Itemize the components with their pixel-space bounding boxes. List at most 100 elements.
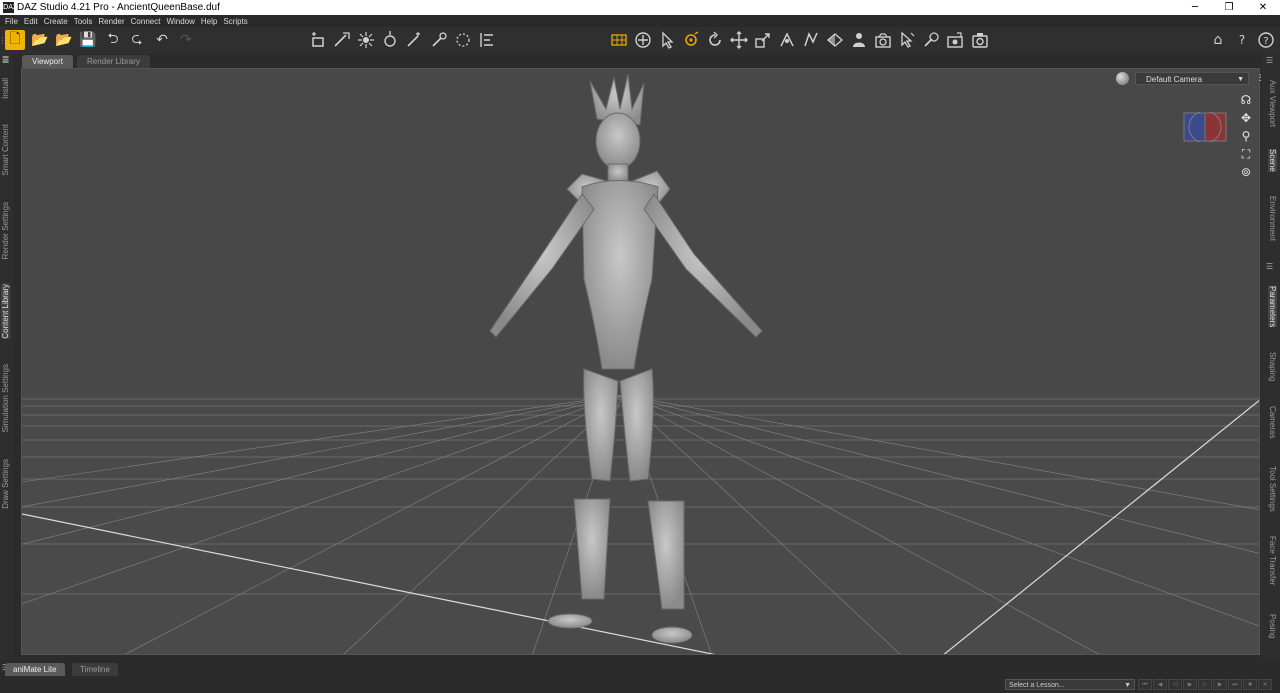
joint-editor-icon[interactable] bbox=[801, 30, 821, 50]
surface-selection-icon[interactable] bbox=[825, 30, 845, 50]
save-icon[interactable]: 💾 bbox=[78, 30, 98, 50]
tab-shaping[interactable]: Shaping bbox=[1268, 352, 1277, 381]
rotate-tool-icon[interactable] bbox=[705, 30, 725, 50]
lesson-play-button[interactable]: ▶ bbox=[1183, 679, 1197, 690]
tab-render-library[interactable]: Render Library bbox=[77, 55, 150, 68]
reset-view-icon[interactable]: ⊚ bbox=[1238, 164, 1254, 180]
camera-select-value: Default Camera bbox=[1146, 75, 1203, 84]
redo-icon[interactable]: ↷ bbox=[176, 30, 196, 50]
distant-light-icon[interactable] bbox=[380, 30, 400, 50]
viewport-scene[interactable] bbox=[22, 69, 1260, 655]
translate-tool-icon[interactable] bbox=[729, 30, 749, 50]
undo-icon[interactable]: ↶ bbox=[152, 30, 172, 50]
3d-viewport[interactable] bbox=[21, 68, 1260, 655]
menu-help[interactable]: Help bbox=[201, 17, 217, 26]
zoom-icon[interactable]: ⚲ bbox=[1238, 128, 1254, 144]
menu-edit[interactable]: Edit bbox=[24, 17, 38, 26]
create-camera-icon[interactable] bbox=[308, 30, 328, 50]
right-pane-menu-icon[interactable]: ☰ bbox=[1266, 56, 1273, 65]
tab-cameras[interactable]: Cameras bbox=[1268, 406, 1277, 438]
head bbox=[595, 112, 641, 170]
daz-app-icon: DAZ bbox=[3, 2, 18, 13]
create-group-icon[interactable] bbox=[453, 30, 473, 50]
lesson-last-button[interactable]: ⏭ bbox=[1228, 679, 1242, 690]
tab-face-transfer[interactable]: Face Transfer bbox=[1268, 536, 1277, 585]
tab-draw-settings[interactable]: Draw Settings bbox=[1, 459, 10, 509]
lesson-first-button[interactable]: ⏮ bbox=[1138, 679, 1152, 690]
menu-file[interactable]: File bbox=[5, 17, 18, 26]
menu-connect[interactable]: Connect bbox=[131, 17, 161, 26]
lesson-close-button[interactable]: ✕ bbox=[1258, 679, 1272, 690]
right-pane-menu-icon-2[interactable]: ☰ bbox=[1266, 262, 1273, 271]
help-icon-glyph: ? bbox=[1263, 36, 1268, 47]
tab-environment[interactable]: Environment bbox=[1268, 196, 1277, 241]
tab-tool-settings[interactable]: Tool Settings bbox=[1268, 466, 1277, 512]
tab-timeline[interactable]: Timeline bbox=[72, 663, 118, 676]
tab-scene[interactable]: Scene bbox=[1268, 149, 1277, 172]
tab-animate-lite[interactable]: aniMate Lite bbox=[5, 663, 65, 676]
spotlight-icon[interactable] bbox=[332, 30, 352, 50]
view-cube-icon[interactable] bbox=[1183, 112, 1227, 142]
tab-posing[interactable]: Posing bbox=[1268, 614, 1277, 638]
node-weight-brush-icon[interactable] bbox=[921, 30, 941, 50]
orbit-icon[interactable]: ☊ bbox=[1238, 92, 1254, 108]
tab-content-library[interactable]: Content Library bbox=[1, 284, 10, 339]
menu-tools[interactable]: Tools bbox=[74, 17, 93, 26]
render-settings-icon[interactable] bbox=[945, 30, 965, 50]
home-icon[interactable]: ⌂ bbox=[1208, 30, 1228, 50]
draw-style-sphere-icon[interactable] bbox=[1116, 72, 1129, 85]
lesson-stop-button[interactable]: ■ bbox=[1243, 679, 1257, 690]
node-selection-icon[interactable] bbox=[657, 30, 677, 50]
lesson-select[interactable]: Select a Lesson... ▼ bbox=[1005, 679, 1135, 690]
camera-select[interactable]: Default Camera ▼ bbox=[1135, 72, 1249, 85]
help-icon[interactable]: ? bbox=[1256, 30, 1276, 50]
lesson-next-button[interactable]: ▶ bbox=[1213, 679, 1227, 690]
tab-bar-menu-icon[interactable]: ☰ bbox=[2, 55, 9, 64]
open-file-icon[interactable]: 📂 bbox=[30, 30, 50, 50]
viewport-camera-controls: Default Camera ▼ ☰ bbox=[1116, 72, 1267, 85]
spot-render-icon[interactable] bbox=[873, 30, 893, 50]
pan-icon[interactable]: ✥ bbox=[1238, 110, 1254, 126]
viewport-tab-bar: ☰ Viewport Render Library bbox=[2, 54, 1260, 68]
minimize-button[interactable]: ─ bbox=[1178, 0, 1212, 15]
viewport-grid-icon[interactable] bbox=[609, 30, 629, 50]
restore-button[interactable]: ❐ bbox=[1212, 0, 1246, 15]
tab-viewport[interactable]: Viewport bbox=[22, 55, 73, 68]
neck bbox=[607, 163, 629, 183]
merge-file-icon[interactable]: 📂 bbox=[54, 30, 74, 50]
menu-render[interactable]: Render bbox=[98, 17, 124, 26]
menu-bar: File Edit Create Tools Render Connect Wi… bbox=[0, 15, 1280, 27]
left-foot bbox=[547, 613, 593, 629]
null-node-icon[interactable] bbox=[429, 30, 449, 50]
lesson-prev-button[interactable]: ◀ bbox=[1153, 679, 1167, 690]
lesson-step-back-button[interactable]: ◁ bbox=[1168, 679, 1182, 690]
tab-render-settings[interactable]: Render Settings bbox=[1, 202, 10, 259]
menu-window[interactable]: Window bbox=[166, 17, 194, 26]
tab-aux-viewport[interactable]: Aux Viewport bbox=[1268, 80, 1277, 127]
light-wand-icon[interactable] bbox=[404, 30, 424, 50]
point-light-icon[interactable] bbox=[356, 30, 376, 50]
figure-setup-icon[interactable] bbox=[849, 30, 869, 50]
lesson-step-forward-button[interactable]: ▷ bbox=[1198, 679, 1212, 690]
menu-scripts[interactable]: Scripts bbox=[223, 17, 247, 26]
title-bar: DAZ DAZ Studio 4.21 Pro - AncientQueenBa… bbox=[0, 0, 1280, 15]
frame-icon[interactable]: ⛶ bbox=[1238, 146, 1254, 162]
tab-install[interactable]: Install bbox=[1, 78, 10, 99]
tab-parameters[interactable]: Parameters bbox=[1268, 286, 1277, 328]
new-file-icon[interactable]: 🗋 bbox=[5, 30, 25, 50]
transform-tool-icon[interactable] bbox=[777, 30, 797, 50]
active-pose-icon[interactable] bbox=[681, 30, 701, 50]
tab-smart-content[interactable]: Smart Content bbox=[1, 124, 10, 176]
align-tool-icon[interactable] bbox=[477, 30, 497, 50]
tab-simulation-settings[interactable]: Simulation Settings bbox=[1, 364, 10, 432]
import-icon[interactable]: ⮌ bbox=[103, 30, 123, 50]
close-button[interactable]: ✕ bbox=[1246, 0, 1280, 15]
universal-tool-icon[interactable] bbox=[633, 30, 653, 50]
left-pane-tabs: ☰ Install Smart Content Render Settings … bbox=[0, 54, 13, 660]
whats-this-icon[interactable]: ? bbox=[1232, 30, 1252, 50]
export-icon[interactable]: ⮎ bbox=[127, 30, 147, 50]
geometry-editor-icon[interactable] bbox=[897, 30, 917, 50]
render-camera-icon[interactable] bbox=[970, 30, 990, 50]
menu-create[interactable]: Create bbox=[44, 17, 68, 26]
scale-tool-icon[interactable] bbox=[753, 30, 773, 50]
